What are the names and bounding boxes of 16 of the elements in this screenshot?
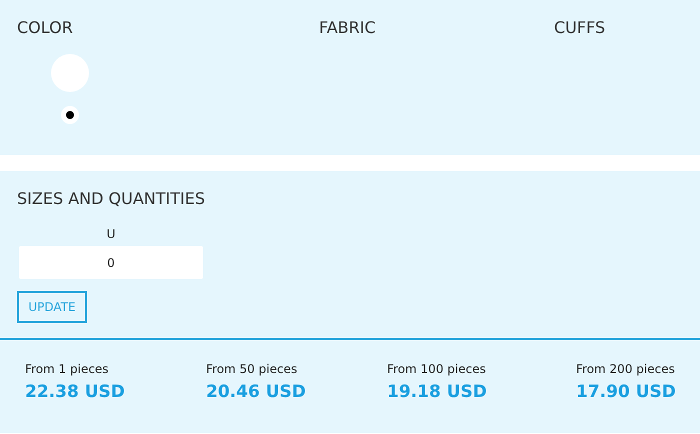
price-value: 22.38 USD (25, 382, 126, 402)
tier-label: From 100 pieces (387, 362, 487, 376)
color-swatch[interactable] (51, 54, 89, 92)
tier-label: From 50 pieces (206, 362, 298, 376)
section-heading: SIZES AND QUANTITIES (17, 189, 206, 209)
tier-label: From 1 pieces (25, 362, 110, 376)
price-value: 19.18 USD (387, 382, 488, 402)
size-label: U (106, 227, 116, 242)
quantity-field[interactable]: 0 (19, 246, 203, 279)
price-value: 20.46 USD (206, 382, 307, 402)
price-value: 17.90 USD (576, 382, 676, 402)
section-heading: CUFFS (554, 18, 606, 38)
radio-button[interactable] (61, 106, 79, 124)
tier-label: From 200 pieces (576, 362, 676, 376)
section-heading: COLOR (17, 18, 74, 38)
section-heading: FABRIC (319, 18, 377, 38)
